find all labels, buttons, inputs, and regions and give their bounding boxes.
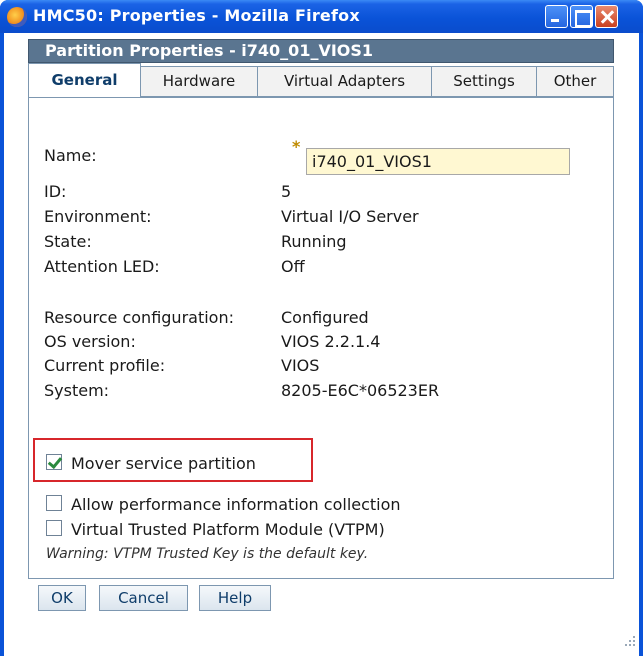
os-version-label: OS version:: [44, 332, 136, 351]
os-version-value: VIOS 2.2.1.4: [281, 332, 381, 351]
id-label: ID:: [44, 182, 67, 201]
tab-other[interactable]: Other: [536, 66, 614, 97]
state-value: Running: [281, 232, 347, 251]
system-value: 8205-E6C*06523ER: [281, 381, 440, 400]
resource-config-label: Resource configuration:: [44, 308, 234, 327]
maximize-button[interactable]: [570, 5, 593, 28]
title-bar[interactable]: HMC50: Properties - Mozilla Firefox: [0, 0, 643, 33]
cancel-button[interactable]: Cancel: [99, 585, 188, 611]
mover-service-label: Mover service partition: [71, 454, 256, 473]
current-profile-label: Current profile:: [44, 356, 166, 375]
window-title: HMC50: Properties - Mozilla Firefox: [33, 6, 360, 25]
page-title: Partition Properties - i740_01_VIOS1: [45, 41, 374, 60]
vtpm-label: Virtual Trusted Platform Module (VTPM): [71, 520, 385, 539]
ok-button[interactable]: OK: [38, 585, 86, 611]
environment-value: Virtual I/O Server: [281, 207, 419, 226]
help-button[interactable]: Help: [199, 585, 271, 611]
properties-header: Partition Properties - i740_01_VIOS1: [28, 39, 614, 63]
vtpm-checkbox[interactable]: [46, 520, 62, 536]
name-label: Name:: [44, 146, 97, 165]
state-label: State:: [44, 232, 92, 251]
attention-led-value: Off: [281, 257, 305, 276]
performance-collection-checkbox[interactable]: [46, 495, 62, 511]
firefox-icon: [7, 7, 27, 27]
minimize-button[interactable]: [545, 5, 568, 28]
resize-grip-icon[interactable]: [623, 634, 637, 648]
tab-hardware[interactable]: Hardware: [140, 66, 258, 97]
close-button[interactable]: [595, 5, 618, 28]
system-label: System:: [44, 381, 110, 400]
tab-settings[interactable]: Settings: [431, 66, 537, 97]
current-profile-value: VIOS: [281, 356, 320, 375]
required-asterisk: *: [292, 137, 301, 156]
vtpm-warning: Warning: VTPM Trusted Key is the default…: [46, 546, 369, 562]
id-value: 5: [281, 182, 292, 201]
mover-service-checkbox[interactable]: [46, 454, 62, 470]
name-field[interactable]: [306, 148, 570, 175]
performance-collection-label: Allow performance information collection: [71, 495, 401, 514]
attention-led-label: Attention LED:: [44, 257, 160, 276]
tab-general[interactable]: General: [28, 63, 141, 98]
tab-bar: General Hardware Virtual Adapters Settin…: [28, 63, 614, 98]
environment-label: Environment:: [44, 207, 152, 226]
resource-config-value: Configured: [281, 308, 369, 327]
tab-virtual-adapters[interactable]: Virtual Adapters: [257, 66, 432, 97]
